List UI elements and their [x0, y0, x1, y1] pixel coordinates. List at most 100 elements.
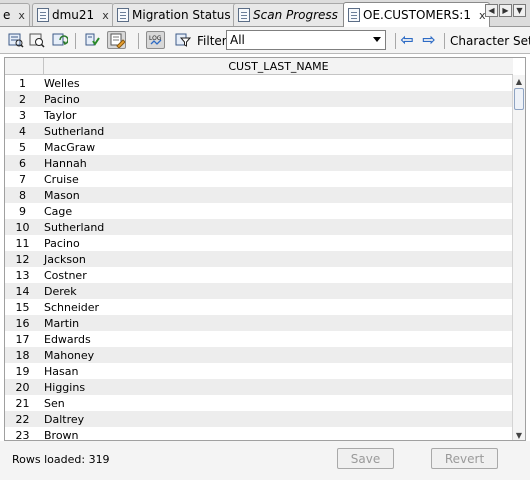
tab-scan-progress[interactable]: Scan Progress x: [233, 3, 358, 26]
table-row[interactable]: 6 Hannah: [5, 155, 513, 171]
table-row[interactable]: 17 Edwards: [5, 331, 513, 347]
cust-last-name-cell[interactable]: Cruise: [44, 173, 79, 186]
filter-settings-button[interactable]: [173, 31, 192, 49]
table-row[interactable]: 7 Cruise: [5, 171, 513, 187]
save-button[interactable]: Save: [337, 448, 394, 469]
tab-partial[interactable]: e x: [0, 3, 30, 26]
row-number: 12: [15, 252, 30, 266]
scroll-tabs-right-icon[interactable]: ▶: [499, 4, 512, 17]
find-button[interactable]: [27, 31, 46, 49]
row-number: 1: [19, 76, 26, 90]
log-toggle[interactable]: LOG: [146, 31, 165, 49]
apply-icon: [85, 33, 100, 46]
row-number: 5: [19, 140, 26, 154]
refresh-button[interactable]: [50, 31, 69, 49]
cust-last-name-cell[interactable]: Hasan: [44, 365, 78, 378]
view-data-button[interactable]: [6, 31, 25, 49]
cust-last-name-cell[interactable]: Mason: [44, 189, 80, 202]
table-row[interactable]: 22 Daltrey: [5, 411, 513, 427]
column-header-cust-last-name[interactable]: CUST_LAST_NAME: [44, 58, 513, 75]
next-issue-button[interactable]: ⇨: [420, 32, 438, 48]
apply-changes-button[interactable]: [82, 31, 101, 49]
table-row[interactable]: 15 Schneider: [5, 299, 513, 315]
cust-last-name-cell[interactable]: Sen: [44, 397, 65, 410]
tab-dmu21[interactable]: dmu21 x: [32, 3, 114, 26]
table-row[interactable]: 21 Sen: [5, 395, 513, 411]
cust-last-name-cell[interactable]: Costner: [44, 269, 87, 282]
cust-last-name-cell[interactable]: Jackson: [44, 253, 86, 266]
row-number: 7: [19, 172, 26, 186]
edit-issues-icon: [110, 33, 125, 48]
cust-last-name-cell[interactable]: Pacino: [44, 93, 80, 106]
cust-last-name-cell[interactable]: Martin: [44, 317, 79, 330]
cust-last-name-cell[interactable]: Daltrey: [44, 413, 84, 426]
table-row[interactable]: 8 Mason: [5, 187, 513, 203]
row-number: 13: [15, 268, 30, 282]
log-icon: LOG: [149, 35, 161, 45]
toolbar-separator: [395, 33, 396, 49]
scroll-up-icon[interactable]: ▲: [513, 75, 525, 87]
cust-last-name-cell[interactable]: Schneider: [44, 301, 99, 314]
vertical-scrollbar[interactable]: ▲ ▼: [512, 75, 525, 440]
character-set-label: Character Set:: [450, 34, 530, 48]
tab-migration-status[interactable]: Migration Status x: [112, 3, 251, 26]
table-row[interactable]: 19 Hasan: [5, 363, 513, 379]
close-icon[interactable]: x: [18, 9, 25, 22]
table-row[interactable]: 13 Costner: [5, 267, 513, 283]
row-number: 10: [15, 220, 30, 234]
table-row[interactable]: 2 Pacino: [5, 91, 513, 107]
filter-dropdown[interactable]: All: [226, 30, 386, 50]
tab-label: OE.CUSTOMERS:1: [363, 8, 471, 22]
scroll-tabs-left-icon[interactable]: ◀: [485, 4, 498, 17]
close-icon[interactable]: x: [102, 9, 109, 22]
row-number: 20: [15, 380, 30, 394]
cust-last-name-cell[interactable]: Edwards: [44, 333, 91, 346]
table-row[interactable]: 18 Mahoney: [5, 347, 513, 363]
cust-last-name-cell[interactable]: Mahoney: [44, 349, 94, 362]
table-row[interactable]: 12 Jackson: [5, 251, 513, 267]
footer-bar: Rows loaded: 319 Save Revert: [0, 441, 530, 480]
table-row[interactable]: 1 Welles: [5, 75, 513, 91]
table-row[interactable]: 20 Higgins: [5, 379, 513, 395]
scroll-down-icon[interactable]: ▼: [513, 429, 525, 440]
row-number: 14: [15, 284, 30, 298]
scrollbar-thumb[interactable]: [514, 88, 524, 110]
cust-last-name-cell[interactable]: Taylor: [44, 109, 76, 122]
table-row[interactable]: 9 Cage: [5, 203, 513, 219]
cust-last-name-cell[interactable]: Brown: [44, 429, 79, 441]
tab-list-icon[interactable]: ▼: [513, 4, 526, 17]
cust-last-name-cell[interactable]: MacGraw: [44, 141, 95, 154]
cust-last-name-cell[interactable]: Sutherland: [44, 221, 104, 234]
revert-label: Revert: [444, 451, 485, 466]
toolbar-separator: [444, 33, 445, 49]
row-number: 21: [15, 396, 30, 410]
document-icon: [238, 8, 250, 22]
grid-rows: 1 Welles 2 Pacino 3 Taylor 4 Sutherland 5 MacGraw…: [5, 75, 513, 441]
filter-icon: [175, 33, 191, 47]
previous-issue-button[interactable]: ⇦: [398, 32, 416, 48]
revert-button[interactable]: Revert: [431, 448, 498, 469]
cust-last-name-cell[interactable]: Pacino: [44, 237, 80, 250]
cust-last-name-cell[interactable]: Cage: [44, 205, 72, 218]
cust-last-name-cell[interactable]: Derek: [44, 285, 77, 298]
arrow-left-icon: ⇦: [400, 30, 414, 49]
cust-last-name-cell[interactable]: Hannah: [44, 157, 87, 170]
arrow-right-icon: ⇨: [422, 30, 436, 49]
row-number: 3: [19, 108, 26, 122]
table-row[interactable]: 16 Martin: [5, 315, 513, 331]
table-row[interactable]: 3 Taylor: [5, 107, 513, 123]
table-row[interactable]: 11 Pacino: [5, 235, 513, 251]
show-issues-toggle[interactable]: [107, 31, 126, 49]
tab-label: e: [3, 8, 11, 22]
tab-oe-customers[interactable]: OE.CUSTOMERS:1 x: [343, 2, 491, 27]
table-row[interactable]: 4 Sutherland: [5, 123, 513, 139]
row-number: 16: [15, 316, 30, 330]
table-row[interactable]: 14 Derek: [5, 283, 513, 299]
cust-last-name-cell[interactable]: Higgins: [44, 381, 85, 394]
table-row[interactable]: 23 Brown: [5, 427, 513, 441]
refresh-icon: [52, 33, 68, 46]
cust-last-name-cell[interactable]: Sutherland: [44, 125, 104, 138]
table-row[interactable]: 10 Sutherland: [5, 219, 513, 235]
table-row[interactable]: 5 MacGraw: [5, 139, 513, 155]
cust-last-name-cell[interactable]: Welles: [44, 77, 80, 90]
